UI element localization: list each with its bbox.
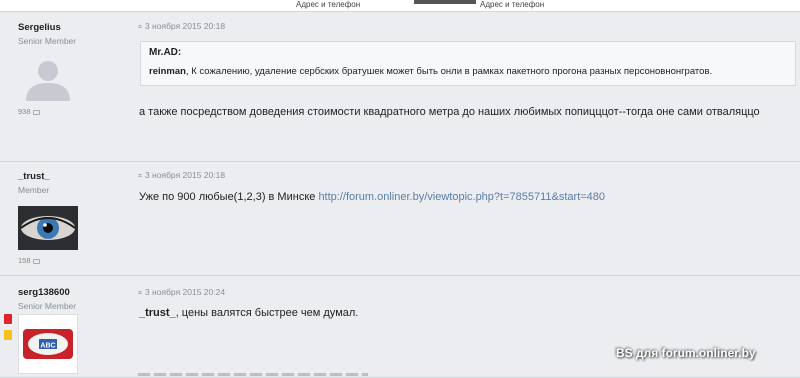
post-date[interactable]: ⌗ 3 ноября 2015 20:24 xyxy=(138,287,225,298)
default-avatar-icon xyxy=(26,61,70,101)
post-date-text: 3 ноября 2015 20:18 xyxy=(144,21,226,31)
post-author-block: serg138600 Senior Member ABC xyxy=(18,287,128,374)
author-name[interactable]: _trust_ xyxy=(18,171,128,183)
quote-body: , К сожалению, удаление сербских братуше… xyxy=(185,66,713,77)
side-marker-red[interactable] xyxy=(4,314,12,324)
post-message: Уже по 900 любые(1,2,3) в Минске http://… xyxy=(139,190,605,204)
top-thumbnail[interactable] xyxy=(414,0,476,4)
post-date-text: 3 ноября 2015 20:18 xyxy=(144,170,226,180)
author-rank: Senior Member xyxy=(18,301,77,311)
author-rank: Member xyxy=(18,185,50,195)
post-count-value: 158 xyxy=(18,256,31,265)
forum-post: serg138600 Senior Member ABC ⌗ 3 ноября 2… xyxy=(0,276,800,378)
post-message: _trust_, цены валятся быстрее чем думал. xyxy=(139,306,358,320)
quote-mention[interactable]: reinman xyxy=(149,66,186,77)
author-rank: Senior Member xyxy=(18,36,77,46)
anchor-icon: ⌗ xyxy=(138,290,142,297)
post-author-block: Sergelius Senior Member 938 xyxy=(18,22,128,116)
forum-post: _trust_ Member 158 ⌗ 3 ноября 2015 20:18 … xyxy=(0,162,800,276)
post-mention[interactable]: _trust_ xyxy=(139,307,176,319)
post-message-text: , цены валятся быстрее чем думал. xyxy=(175,307,359,319)
post-author-block: _trust_ Member 158 xyxy=(18,171,128,265)
author-name[interactable]: Sergelius xyxy=(18,22,128,34)
avatar[interactable]: ABC xyxy=(18,314,78,374)
side-marker-yellow[interactable] xyxy=(4,330,12,340)
post-count-value: 938 xyxy=(18,107,31,116)
quote-author: Mr.AD: xyxy=(149,47,182,58)
eye-avatar-icon xyxy=(18,206,78,250)
speech-bubble-icon xyxy=(32,109,40,115)
watermark: BS для forum.onliner.by xyxy=(616,346,756,360)
avatar[interactable] xyxy=(18,206,78,250)
candy-avatar-icon: ABC xyxy=(23,329,73,359)
anchor-icon: ⌗ xyxy=(138,173,142,180)
top-caption-address[interactable]: Адрес и телефон xyxy=(296,0,360,10)
post-link[interactable]: http://forum.onliner.by/viewtopic.php?t=… xyxy=(318,191,605,203)
forum-post: Sergelius Senior Member 938 ⌗ 3 ноября 20… xyxy=(0,13,800,162)
next-post-cut-off xyxy=(138,373,368,376)
quote-block: Mr.AD: reinman, К сожалению, удаление се… xyxy=(140,41,796,86)
post-date-text: 3 ноября 2015 20:24 xyxy=(144,287,226,297)
avatar-placeholder[interactable] xyxy=(18,57,78,101)
quote-text: reinman, К сожалению, удаление сербских … xyxy=(149,66,787,78)
post-message: а также посредством доведения стоимости … xyxy=(139,106,760,118)
top-banner: Адрес и телефон Адрес и телефон xyxy=(0,0,800,12)
post-message-text: Уже по 900 любые(1,2,3) в Минске xyxy=(139,191,319,203)
author-name[interactable]: serg138600 xyxy=(18,287,128,299)
post-date[interactable]: ⌗ 3 ноября 2015 20:18 xyxy=(138,21,225,32)
post-count[interactable]: 158 xyxy=(18,256,128,265)
top-caption-address-2[interactable]: Адрес и телефон xyxy=(480,0,544,10)
post-count[interactable]: 938 xyxy=(18,107,128,116)
anchor-icon: ⌗ xyxy=(138,24,142,31)
speech-bubble-icon xyxy=(32,258,40,264)
post-date[interactable]: ⌗ 3 ноября 2015 20:18 xyxy=(138,170,225,181)
candy-brand-label: ABC xyxy=(40,343,55,350)
